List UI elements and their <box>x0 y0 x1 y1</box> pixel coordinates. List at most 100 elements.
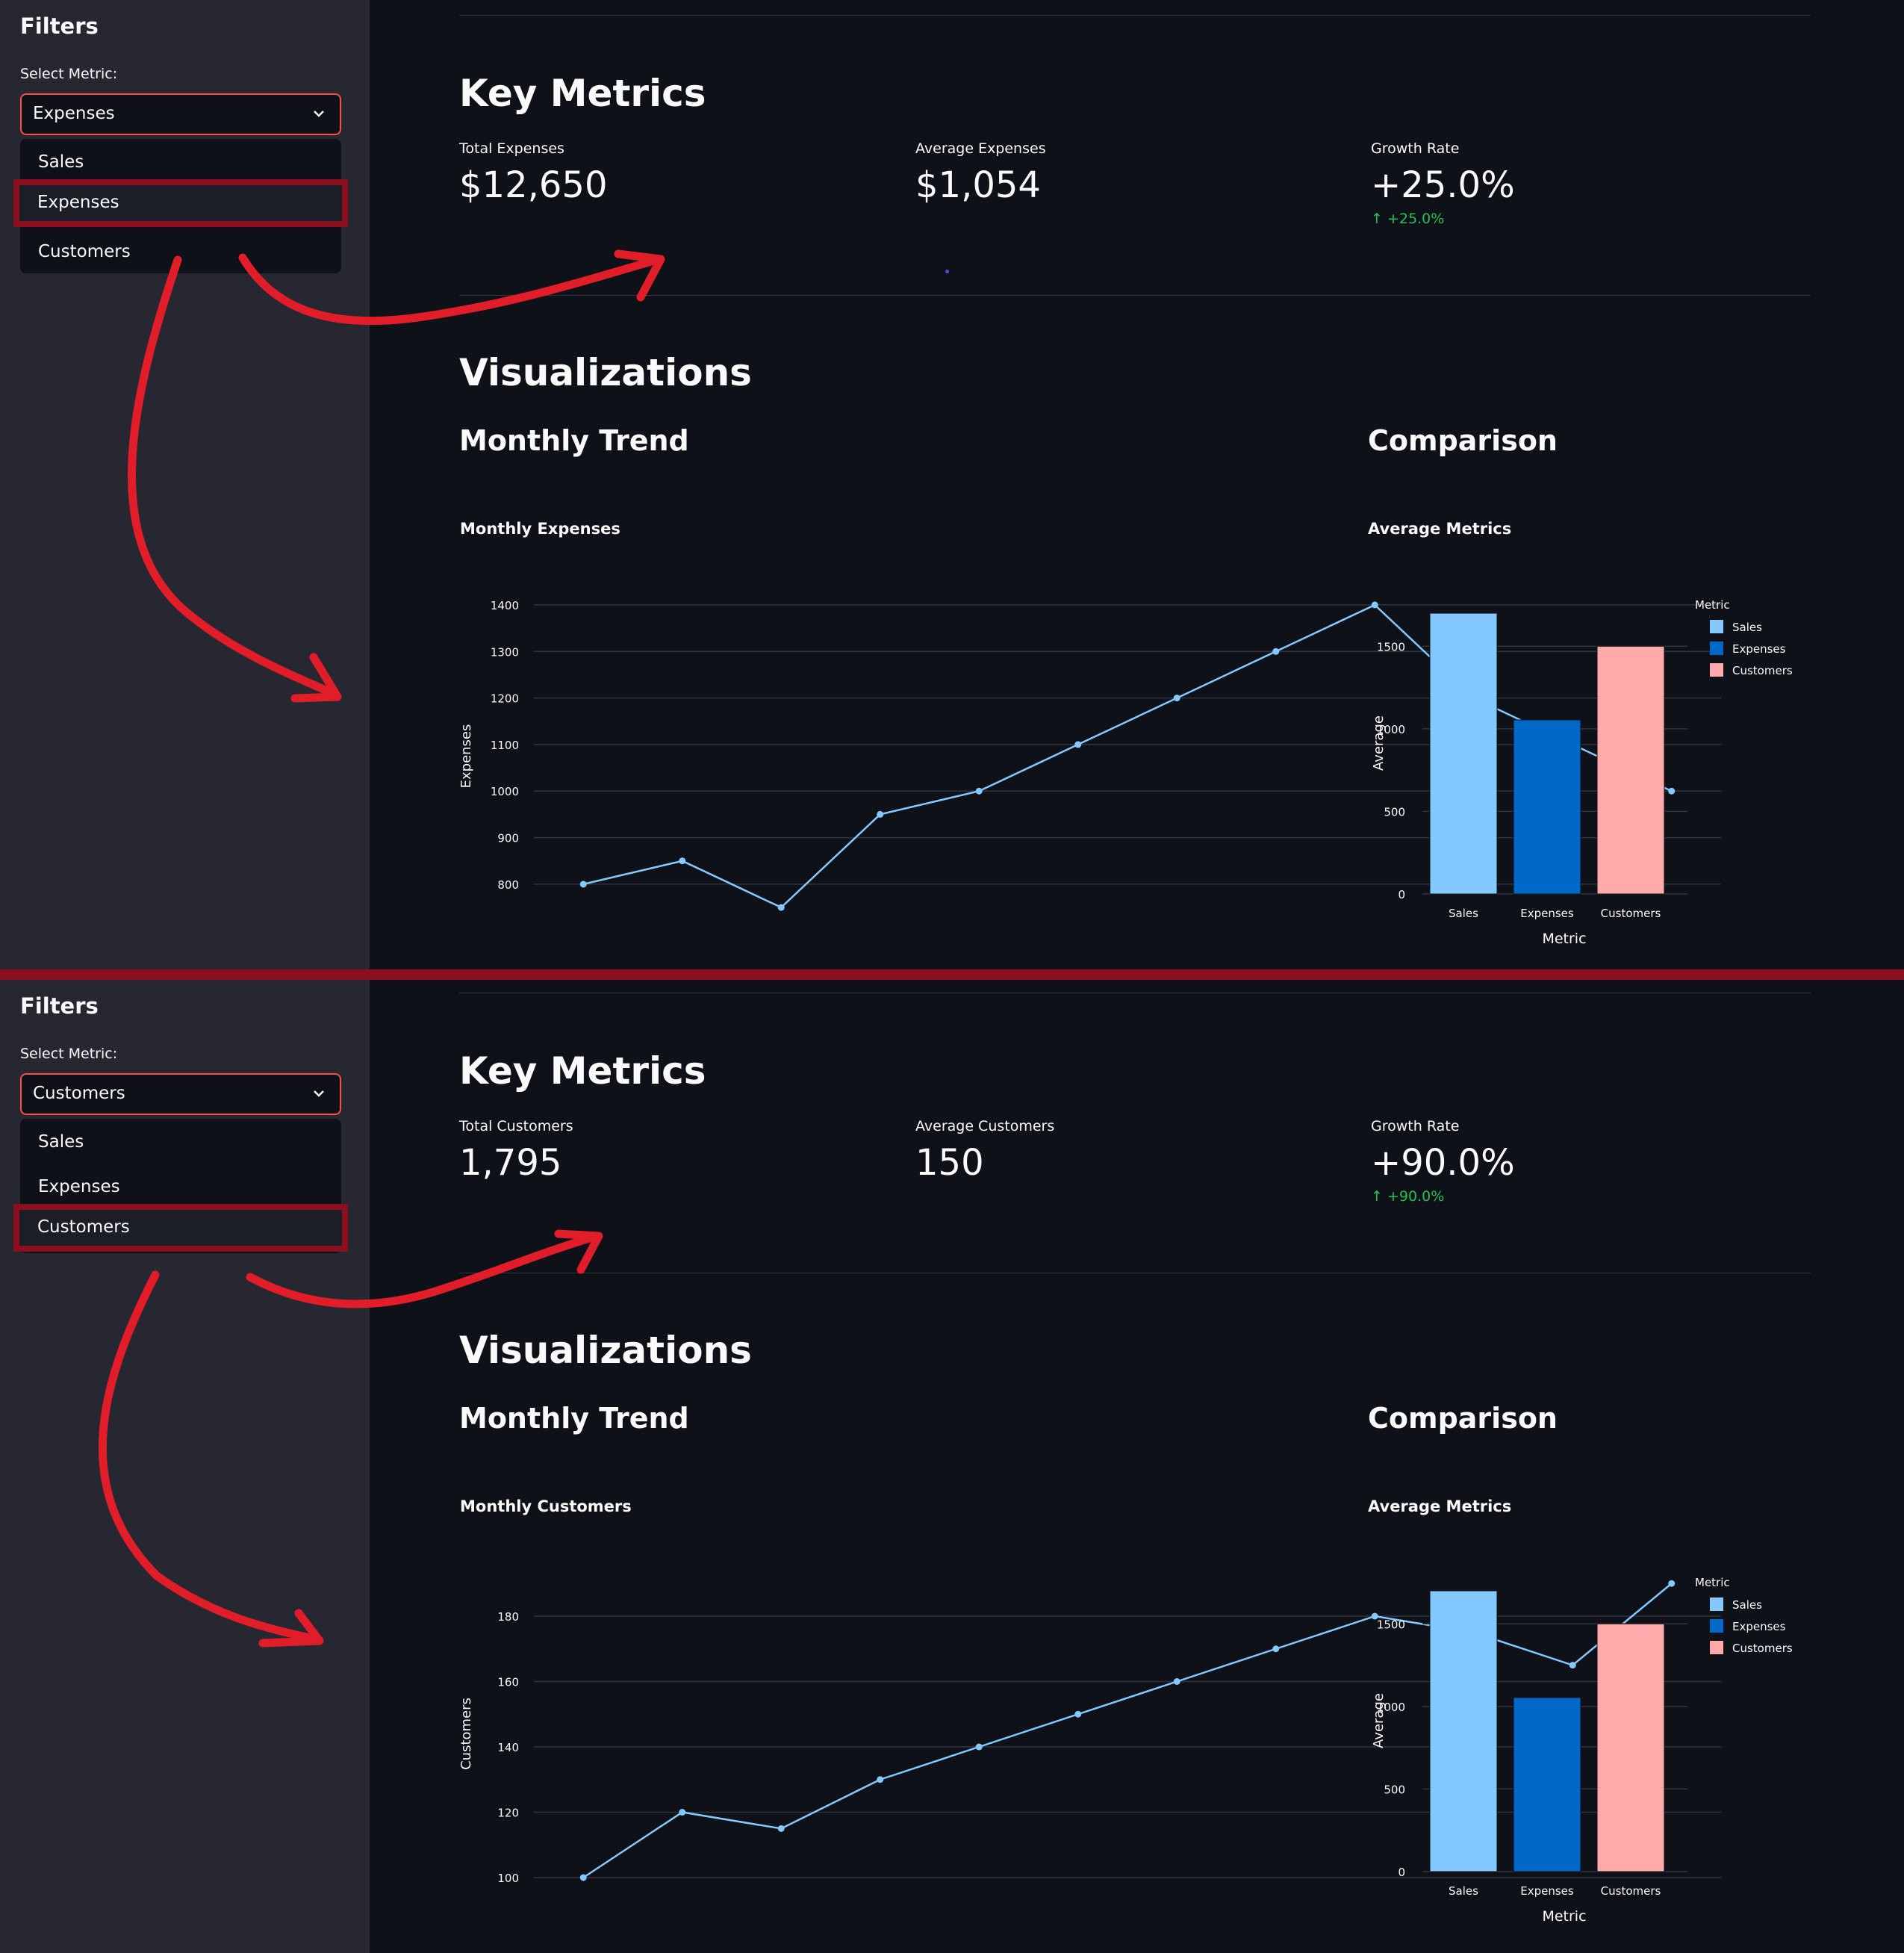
y-tick-label: 800 <box>497 878 519 892</box>
bar-chart: Average Metrics050010001500Sales Expenses… <box>1368 1497 1793 1925</box>
chart-title: Monthly Customers <box>460 1497 632 1515</box>
x-tick-label: Sales <box>1449 1884 1478 1898</box>
chart-title: Average Metrics <box>1368 520 1511 538</box>
panel-expenses: Filters Select Metric: Expenses Sales Cu… <box>0 0 1904 971</box>
legend-title: Metric <box>1695 1576 1730 1589</box>
option-label: Customers <box>37 1217 130 1237</box>
data-point <box>579 881 587 888</box>
x-tick-label: Expenses <box>1520 907 1574 920</box>
metric-select[interactable]: Customers <box>20 1073 341 1115</box>
y-axis-label: Expenses <box>458 724 474 789</box>
legend-title: Metric <box>1695 598 1730 612</box>
data-point <box>1074 741 1082 748</box>
y-tick-label: 1300 <box>491 645 519 659</box>
option-sales[interactable]: Sales <box>20 1122 341 1164</box>
bar <box>1596 645 1665 895</box>
option-customers[interactable]: Customers <box>20 232 341 273</box>
key-metrics-heading: Key Metrics <box>459 72 706 115</box>
sidebar-title: Filters <box>20 13 99 39</box>
metric-value: +90.0% <box>1371 1142 1515 1184</box>
sidebar: Filters Select Metric: Expenses Sales Cu… <box>0 0 370 971</box>
y-tick-label: 0 <box>1398 1866 1405 1879</box>
legend-label: Customers <box>1732 664 1793 677</box>
option-sales[interactable]: Sales <box>20 142 341 184</box>
y-tick-label: 1000 <box>491 785 519 798</box>
divider <box>459 295 1811 296</box>
divider <box>459 15 1811 16</box>
metric-average: Average Customers 150 <box>915 1118 1054 1184</box>
data-point <box>679 1809 686 1816</box>
metric-growth: Growth Rate +25.0% ↑ +25.0% <box>1371 140 1515 227</box>
y-axis-label: Average <box>1371 1693 1387 1748</box>
option-label: Expenses <box>37 193 119 212</box>
bar <box>1596 1623 1665 1872</box>
x-tick-label: Expenses <box>1520 1884 1574 1898</box>
y-tick-label: 0 <box>1398 888 1405 901</box>
option-expenses-highlighted[interactable]: Expenses <box>13 179 348 227</box>
comparison-heading: Comparison <box>1368 1402 1558 1435</box>
main-content: Key Metrics Total Expenses $12,650 Avera… <box>370 0 1904 971</box>
metric-label: Total Customers <box>459 1118 573 1134</box>
data-point <box>1074 1710 1082 1718</box>
chart-title: Monthly Expenses <box>460 520 620 538</box>
y-tick-label: 140 <box>497 1741 519 1754</box>
option-label: Sales <box>38 152 84 172</box>
x-tick-label: Sales <box>1449 907 1478 920</box>
select-metric-label: Select Metric: <box>20 1046 118 1062</box>
data-point <box>975 1743 983 1751</box>
visualizations-heading: Visualizations <box>459 351 752 394</box>
monthly-trend-heading: Monthly Trend <box>459 424 689 457</box>
x-tick-label: Customers <box>1601 907 1661 920</box>
metric-label: Average Customers <box>915 1118 1055 1134</box>
loading-dot <box>945 270 949 273</box>
arrow-up-icon: ↑ <box>1371 1188 1387 1205</box>
option-customers-highlighted[interactable]: Customers <box>13 1204 348 1252</box>
data-point <box>679 857 686 865</box>
x-axis-label: Metric <box>1542 1908 1586 1925</box>
data-point <box>877 810 884 818</box>
main-content: Key Metrics Total Customers 1,795 Averag… <box>370 980 1904 1953</box>
metric-select-value: Expenses <box>33 104 115 123</box>
metric-average: Average Expenses $1,054 <box>915 140 1046 206</box>
y-tick-label: 120 <box>497 1807 519 1820</box>
sidebar: Filters Select Metric: Customers Sales E… <box>0 980 370 1953</box>
metric-select[interactable]: Expenses <box>20 93 341 135</box>
metric-value: $1,054 <box>915 164 1041 206</box>
key-metrics-heading: Key Metrics <box>459 1049 706 1093</box>
metric-value: $12,650 <box>459 164 608 206</box>
metric-total: Total Expenses $12,650 <box>459 140 608 206</box>
legend-swatch <box>1710 642 1723 655</box>
bar-chart: Average Metrics050010001500Sales Expenses… <box>1368 520 1793 947</box>
y-tick-label: 900 <box>497 832 519 845</box>
y-tick-label: 180 <box>497 1610 519 1624</box>
metric-label: Growth Rate <box>1371 140 1460 157</box>
y-tick-label: 1100 <box>491 739 519 752</box>
option-expenses[interactable]: Expenses <box>20 1167 341 1208</box>
panel-customers: Filters Select Metric: Customers Sales E… <box>0 980 1904 1953</box>
legend-label: Sales <box>1732 1598 1762 1612</box>
y-tick-label: 500 <box>1384 805 1405 819</box>
legend-label: Expenses <box>1732 1620 1786 1633</box>
comparison-heading: Comparison <box>1368 424 1558 457</box>
select-metric-label: Select Metric: <box>20 66 118 82</box>
metric-label: Growth Rate <box>1371 1118 1460 1134</box>
bar <box>1513 1697 1581 1872</box>
y-tick-label: 160 <box>497 1676 519 1689</box>
data-point <box>1272 648 1280 655</box>
chevron-down-icon <box>311 1086 326 1105</box>
legend-label: Customers <box>1732 1642 1793 1655</box>
option-label: Expenses <box>38 1177 120 1196</box>
metric-delta: ↑ +25.0% <box>1371 211 1515 227</box>
y-tick-label: 1500 <box>1377 1618 1405 1631</box>
legend-label: Expenses <box>1732 642 1786 656</box>
metric-value: +25.0% <box>1371 164 1515 206</box>
legend-swatch <box>1710 1598 1723 1611</box>
y-tick-label: 1400 <box>491 599 519 612</box>
chart-title: Average Metrics <box>1368 1497 1511 1515</box>
data-point <box>1272 1645 1280 1653</box>
arrow-up-icon: ↑ <box>1371 211 1387 227</box>
bar <box>1513 719 1581 895</box>
legend-swatch <box>1710 663 1723 677</box>
visualizations-heading: Visualizations <box>459 1329 752 1372</box>
bar <box>1429 612 1498 895</box>
